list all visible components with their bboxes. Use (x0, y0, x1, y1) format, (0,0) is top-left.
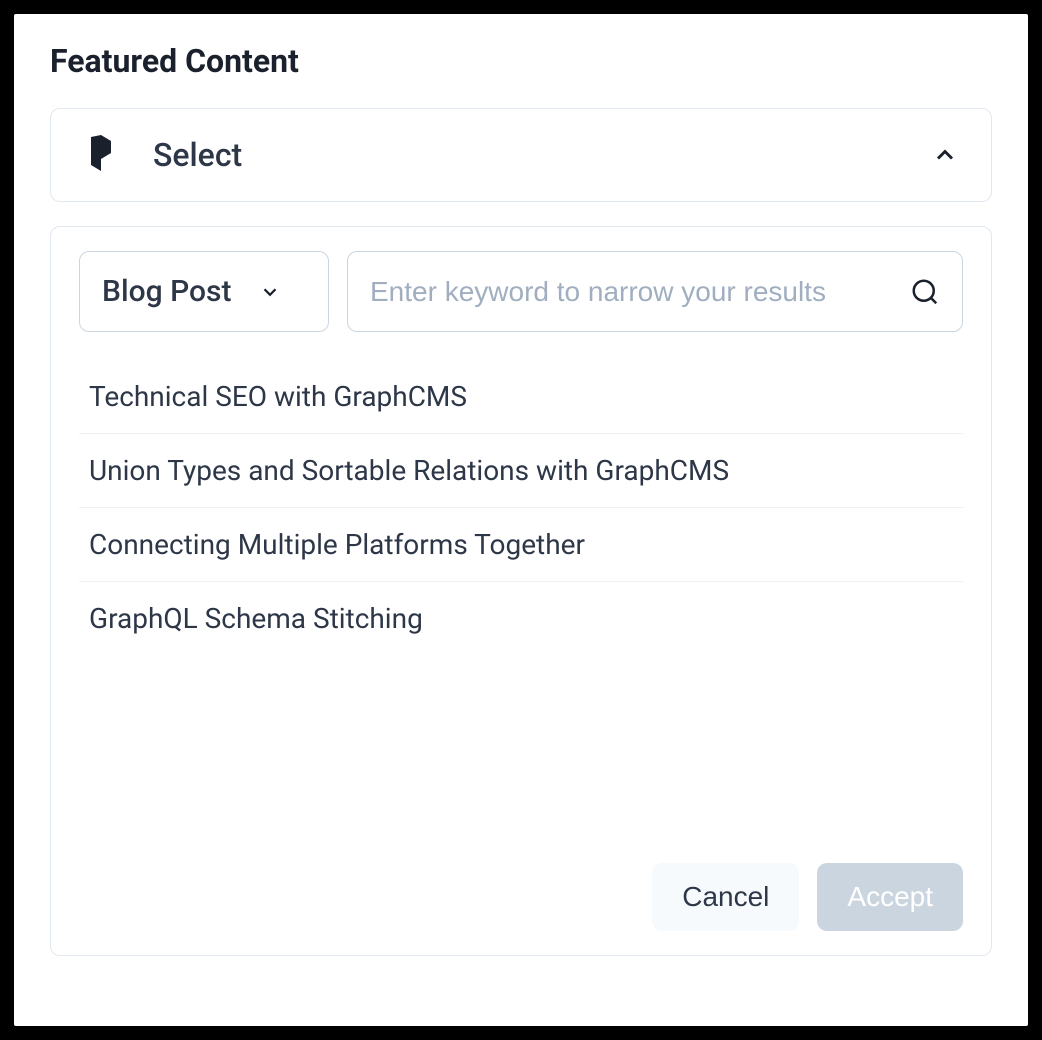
footer-actions: Cancel Accept (79, 845, 963, 931)
results-list: Technical SEO with GraphCMS Union Types … (79, 360, 963, 845)
search-icon (910, 277, 940, 307)
page-title: Featured Content (50, 42, 992, 80)
filter-row: Blog Post (79, 251, 963, 332)
result-item[interactable]: GraphQL Schema Stitching (79, 582, 963, 655)
content-type-select[interactable]: Blog Post (79, 251, 329, 332)
dropdown-panel: Blog Post Technical SEO with GraphCMS Un… (50, 226, 992, 956)
result-item[interactable]: Technical SEO with GraphCMS (79, 360, 963, 434)
search-input[interactable] (370, 254, 898, 330)
search-wrapper (347, 251, 963, 332)
select-header[interactable]: Select (50, 108, 992, 202)
result-item[interactable]: Connecting Multiple Platforms Together (79, 508, 963, 582)
result-item[interactable]: Union Types and Sortable Relations with … (79, 434, 963, 508)
graphcms-logo-icon (83, 133, 121, 177)
accept-button[interactable]: Accept (817, 863, 963, 931)
content-type-label: Blog Post (102, 274, 231, 309)
chevron-down-icon (259, 281, 281, 303)
chevron-up-icon (931, 141, 959, 169)
select-label: Select (153, 136, 899, 174)
cancel-button[interactable]: Cancel (652, 863, 799, 931)
